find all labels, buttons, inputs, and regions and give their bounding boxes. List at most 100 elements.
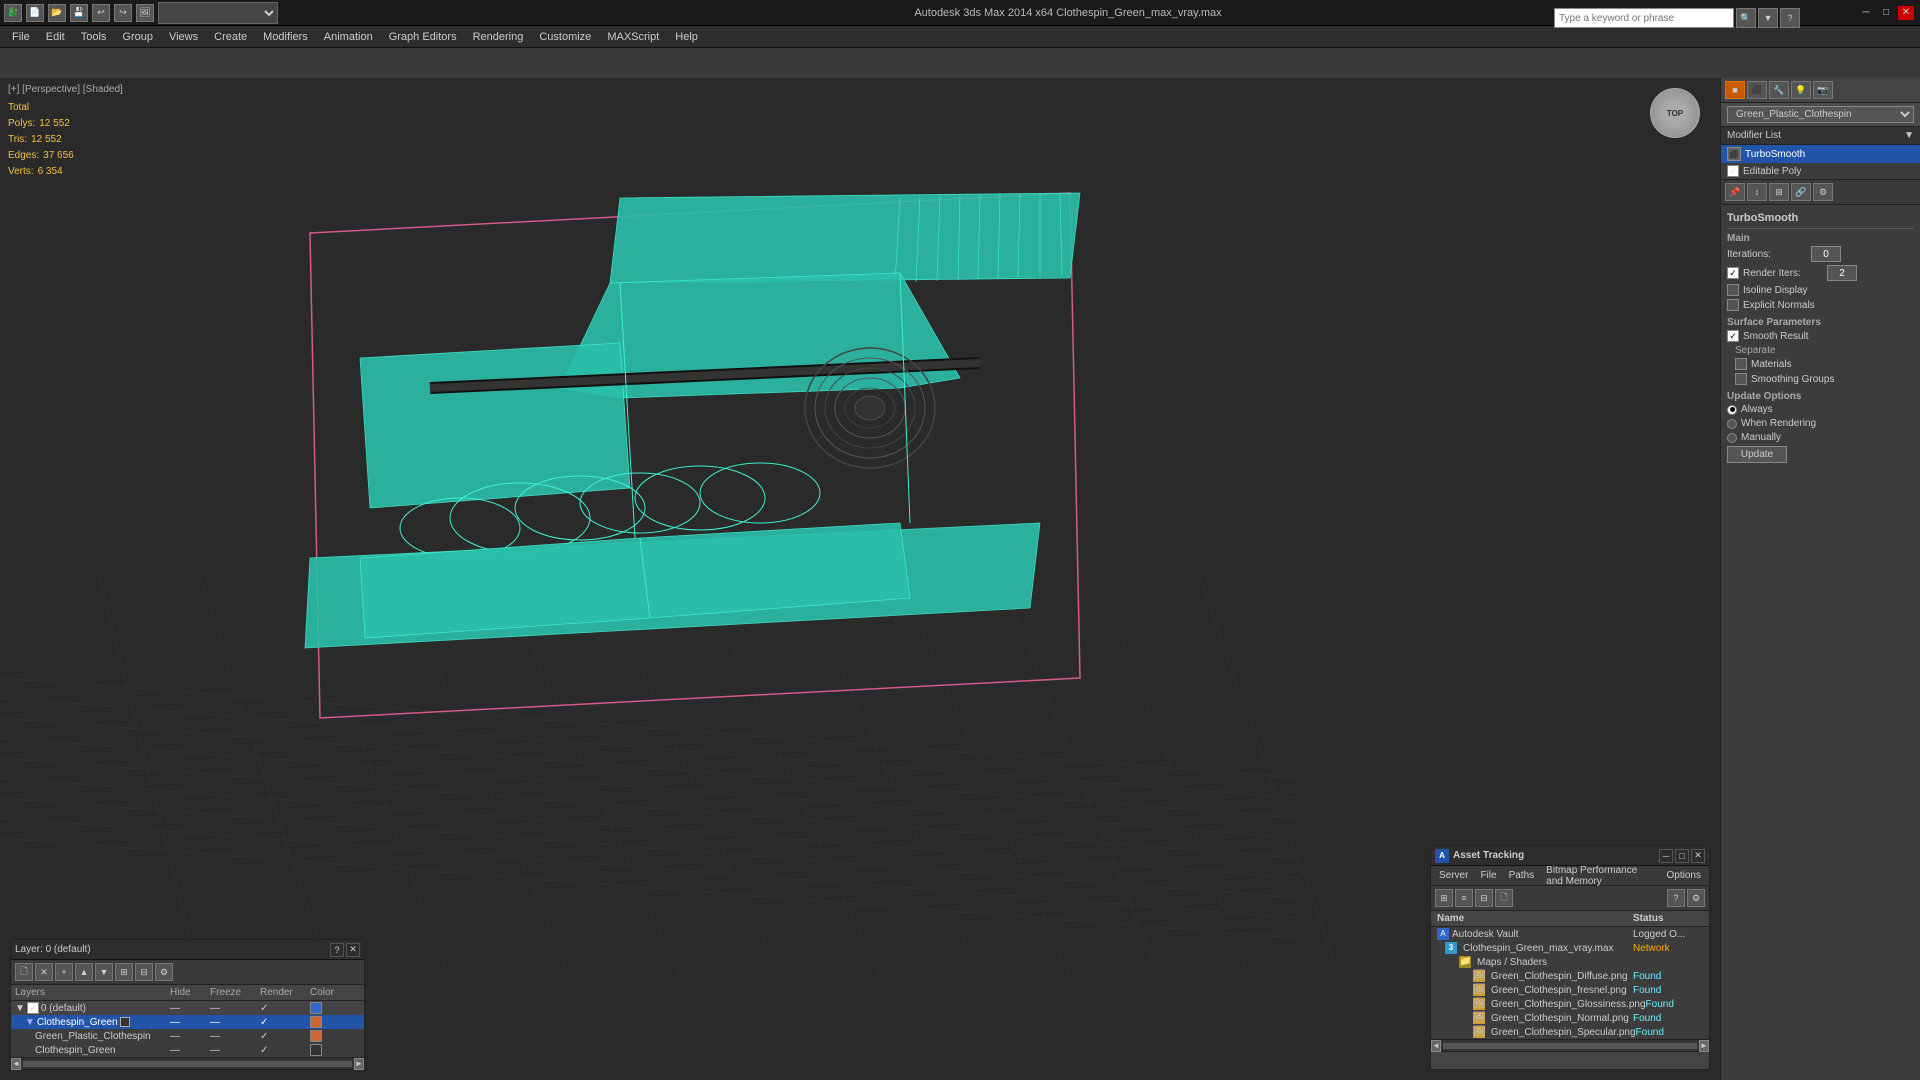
- lp-scroll-left[interactable]: ◄: [11, 1058, 21, 1070]
- help-search-icon[interactable]: ?: [1780, 8, 1800, 28]
- modifier-item-editablepoly[interactable]: ✓ Editable Poly: [1721, 163, 1920, 179]
- panel-icon-move[interactable]: ↕: [1747, 183, 1767, 201]
- open-btn[interactable]: 📂: [48, 4, 66, 22]
- undo-btn[interactable]: ↩: [92, 4, 110, 22]
- modifier-list-arrow[interactable]: ▼: [1904, 130, 1914, 141]
- ap-tool-help[interactable]: ?: [1667, 889, 1685, 907]
- lp-scroll-track[interactable]: [23, 1061, 352, 1067]
- app-icon[interactable]: 🐉: [4, 4, 22, 22]
- ap-menu-bitmap[interactable]: Bitmap Performance and Memory: [1542, 864, 1658, 888]
- ts-iterations-input[interactable]: [1811, 246, 1841, 262]
- rp-icon5[interactable]: 📷: [1813, 81, 1833, 99]
- menu-file[interactable]: File: [4, 26, 38, 48]
- lp-row-green-plastic[interactable]: Green_Plastic_Clothespin — — ✓: [11, 1029, 364, 1043]
- menu-group[interactable]: Group: [114, 26, 161, 48]
- ts-render-iters-check[interactable]: [1727, 267, 1739, 279]
- lp-tool-move-down[interactable]: ▼: [95, 963, 113, 981]
- lp-row-clothespin-green-sub[interactable]: Clothespin_Green — — ✓: [11, 1043, 364, 1057]
- ts-smoothing-groups-check[interactable]: [1735, 373, 1747, 385]
- object-name-dropdown[interactable]: Green_Plastic_Clothespin: [1727, 106, 1914, 123]
- ts-update-button[interactable]: Update: [1727, 446, 1787, 463]
- ap-row-fresnel[interactable]: 🖼 Green_Clothespin_fresnel.png Found: [1431, 983, 1709, 997]
- lp-row-clothespin-green[interactable]: ▼ Clothespin_Green — — ✓: [11, 1015, 364, 1029]
- panel-icon-link[interactable]: 🔗: [1791, 183, 1811, 201]
- rp-icon2[interactable]: ⬛: [1747, 81, 1767, 99]
- close-button[interactable]: ✕: [1898, 6, 1914, 20]
- ts-when-rendering-radio[interactable]: [1727, 419, 1737, 429]
- rp-icon3[interactable]: 🔧: [1769, 81, 1789, 99]
- ap-row-maps[interactable]: 📁 Maps / Shaders: [1431, 955, 1709, 969]
- ap-scroll-right[interactable]: ►: [1699, 1040, 1709, 1052]
- ap-horizontal-scrollbar[interactable]: ◄ ►: [1431, 1039, 1709, 1051]
- search-icon[interactable]: 🔍: [1736, 8, 1756, 28]
- ts-always-radio[interactable]: [1727, 405, 1737, 415]
- search-input[interactable]: [1554, 8, 1734, 28]
- ap-tool4[interactable]: 🗋: [1495, 889, 1513, 907]
- menu-rendering[interactable]: Rendering: [465, 26, 532, 48]
- ap-row-glossiness[interactable]: 🖼 Green_Clothespin_Glossiness.png Found: [1431, 997, 1709, 1011]
- ts-manually-radio[interactable]: [1727, 433, 1737, 443]
- lp-row-default[interactable]: ▼ ✓ 0 (default) — — ✓: [11, 1001, 364, 1015]
- lp-tool-collapse[interactable]: ⊟: [135, 963, 153, 981]
- ts-materials-check[interactable]: [1735, 358, 1747, 370]
- redo-btn[interactable]: ↪: [114, 4, 132, 22]
- ap-menu-file[interactable]: File: [1476, 869, 1500, 882]
- maximize-button[interactable]: □: [1878, 6, 1894, 20]
- menu-customize[interactable]: Customize: [531, 26, 599, 48]
- ap-close-btn[interactable]: ✕: [1691, 849, 1705, 863]
- menu-views[interactable]: Views: [161, 26, 206, 48]
- panel-icon-select[interactable]: ⊞: [1769, 183, 1789, 201]
- minimize-button[interactable]: ─: [1858, 6, 1874, 20]
- lp-tool-add[interactable]: +: [55, 963, 73, 981]
- workspace-dropdown[interactable]: Workspace: Default: [158, 2, 278, 24]
- ap-menu-paths[interactable]: Paths: [1505, 869, 1539, 882]
- ap-row-vault[interactable]: A Autodesk Vault Logged O...: [1431, 927, 1709, 941]
- lp-tool-delete[interactable]: ✕: [35, 963, 53, 981]
- rp-icon1[interactable]: ■: [1725, 81, 1745, 99]
- ap-row-specular[interactable]: 🖼 Green_Clothespin_Specular.png Found: [1431, 1025, 1709, 1039]
- ap-row-normal[interactable]: 🖼 Green_Clothespin_Normal.png Found: [1431, 1011, 1709, 1025]
- navigation-cube[interactable]: TOP: [1650, 88, 1710, 148]
- render-setup-btn[interactable]: 🖼: [136, 4, 154, 22]
- panel-icon-settings[interactable]: ⚙: [1813, 183, 1833, 201]
- lp-row-gp-color[interactable]: [310, 1030, 322, 1042]
- cube-face-top[interactable]: TOP: [1650, 88, 1700, 138]
- ap-minimize-btn[interactable]: ─: [1659, 849, 1673, 863]
- ap-tool2[interactable]: ≡: [1455, 889, 1473, 907]
- lp-tool-settings[interactable]: ⚙: [155, 963, 173, 981]
- lp-tool-expand[interactable]: ⊞: [115, 963, 133, 981]
- lp-tool-create[interactable]: 🗋: [15, 963, 33, 981]
- ts-render-iters-input[interactable]: [1827, 265, 1857, 281]
- ap-restore-btn[interactable]: □: [1675, 849, 1689, 863]
- menu-help[interactable]: Help: [667, 26, 706, 48]
- editablepoly-check[interactable]: ✓: [1727, 165, 1739, 177]
- ap-tool-settings[interactable]: ⚙: [1687, 889, 1705, 907]
- save-btn[interactable]: 💾: [70, 4, 88, 22]
- ap-tool3[interactable]: ⊟: [1475, 889, 1493, 907]
- new-btn[interactable]: 📄: [26, 4, 44, 22]
- ts-isoline-check[interactable]: [1727, 284, 1739, 296]
- menu-maxscript[interactable]: MAXScript: [599, 26, 667, 48]
- ap-scroll-left[interactable]: ◄: [1431, 1040, 1441, 1052]
- lp-tool-move-up[interactable]: ▲: [75, 963, 93, 981]
- lp-row-default-color[interactable]: [310, 1002, 322, 1014]
- menu-tools[interactable]: Tools: [73, 26, 115, 48]
- menu-graph-editors[interactable]: Graph Editors: [381, 26, 465, 48]
- menu-modifiers[interactable]: Modifiers: [255, 26, 316, 48]
- lp-row-cgs-color[interactable]: [310, 1044, 322, 1056]
- lp-close-btn[interactable]: ✕: [346, 943, 360, 957]
- ap-menu-options[interactable]: Options: [1663, 869, 1705, 882]
- rp-icon4[interactable]: 💡: [1791, 81, 1811, 99]
- ap-menu-server[interactable]: Server: [1435, 869, 1472, 882]
- search-options-icon[interactable]: ▼: [1758, 8, 1778, 28]
- modifier-item-turbosmooth[interactable]: ⬛ TurboSmooth: [1721, 145, 1920, 163]
- menu-edit[interactable]: Edit: [38, 26, 73, 48]
- ap-row-maxfile[interactable]: 3 Clothespin_Green_max_vray.max Network: [1431, 941, 1709, 955]
- menu-animation[interactable]: Animation: [316, 26, 381, 48]
- lp-row-cg-color[interactable]: [310, 1016, 322, 1028]
- ap-tool1[interactable]: ⊞: [1435, 889, 1453, 907]
- lp-scroll-right[interactable]: ►: [354, 1058, 364, 1070]
- ap-row-diffuse[interactable]: 🖼 Green_Clothespin_Diffuse.png Found: [1431, 969, 1709, 983]
- ts-smooth-result-check[interactable]: [1727, 330, 1739, 342]
- panel-icon-pin[interactable]: 📌: [1725, 183, 1745, 201]
